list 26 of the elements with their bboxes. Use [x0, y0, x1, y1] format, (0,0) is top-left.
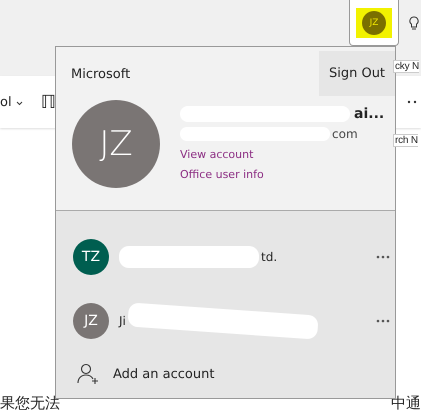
account-name: td.	[261, 250, 278, 264]
account-button[interactable]: JZ	[349, 0, 399, 46]
user-email: com	[332, 127, 358, 141]
profile-avatar: JZ	[72, 100, 160, 188]
more-icon[interactable]	[376, 319, 390, 323]
account-avatar[interactable]: TZ	[73, 239, 109, 275]
user-name: ai...	[354, 106, 384, 122]
sign-out-button[interactable]: Sign Out	[319, 51, 395, 96]
add-person-icon	[77, 363, 99, 385]
document-text: 果您无法	[0, 394, 60, 413]
search-box-label[interactable]: cky N	[393, 60, 420, 73]
more-icon[interactable]	[376, 255, 390, 259]
caret-icon	[16, 100, 23, 106]
account-name: Ji	[119, 314, 126, 328]
more-icon[interactable]	[407, 100, 417, 104]
document-text: 中通	[391, 394, 421, 413]
add-account-button[interactable]: Add an account	[73, 359, 251, 389]
account-link[interactable]: Office user info	[180, 166, 384, 184]
lightbulb-icon[interactable]	[409, 16, 419, 32]
brand-label: Microsoft	[71, 67, 130, 82]
font-dropdown[interactable]: ol	[0, 94, 23, 110]
avatar-initials: JZ	[362, 10, 386, 34]
search-box-label[interactable]: rch N	[393, 134, 418, 147]
account-avatar[interactable]: JZ	[73, 303, 109, 339]
equation-button[interactable]: ℿ	[40, 92, 56, 112]
account-link[interactable]: View account	[180, 146, 384, 164]
